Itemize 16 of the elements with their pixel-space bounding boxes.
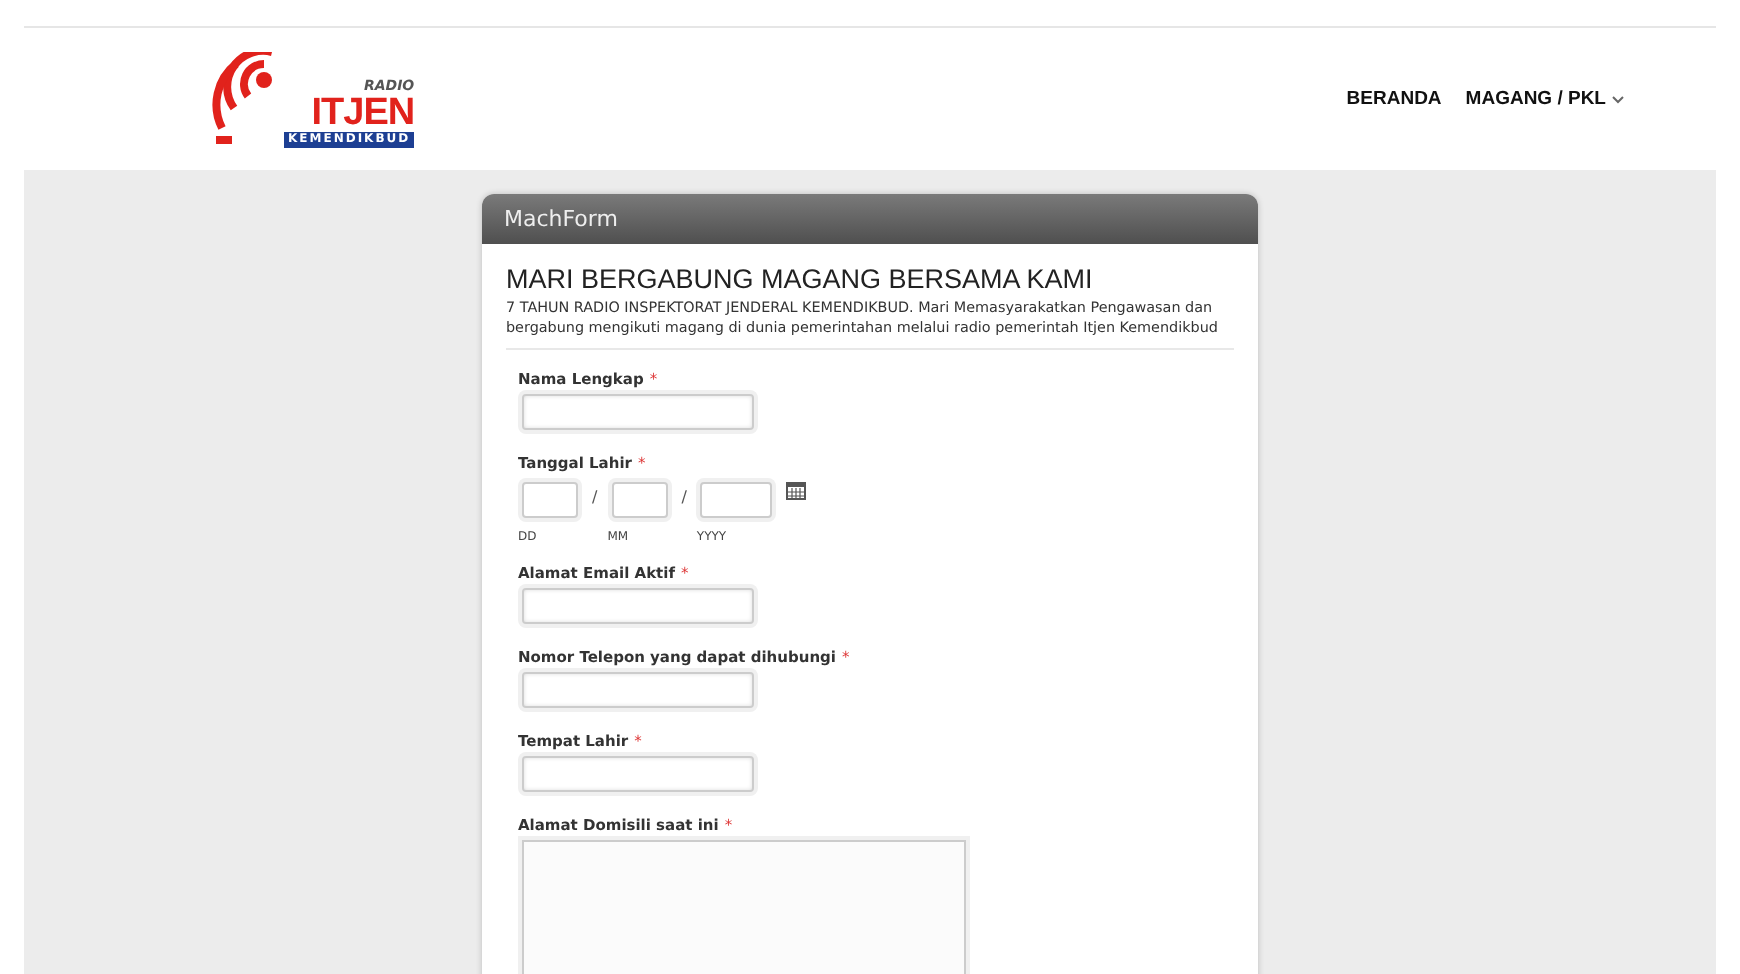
form-title: MARI BERGABUNG MAGANG BERSAMA KAMI [506, 264, 1095, 294]
nav-link[interactable]: BERANDA [1346, 88, 1442, 110]
input-field[interactable] [522, 756, 754, 793]
nav-link[interactable]: MAGANG / PKL [1465, 88, 1624, 110]
input-field[interactable] [522, 672, 754, 709]
input-field[interactable] [522, 588, 754, 625]
form-header: MachForm [482, 194, 1258, 244]
calendar-icon[interactable] [786, 480, 807, 501]
date-input[interactable] [611, 482, 668, 519]
date-separator: / [592, 488, 598, 507]
input-field[interactable] [522, 394, 754, 431]
textarea-field[interactable] [522, 840, 966, 974]
date-input[interactable] [522, 482, 578, 519]
date-input[interactable] [700, 482, 773, 519]
date-separator: / [681, 488, 687, 507]
logo-title: ITJEN [311, 93, 415, 131]
